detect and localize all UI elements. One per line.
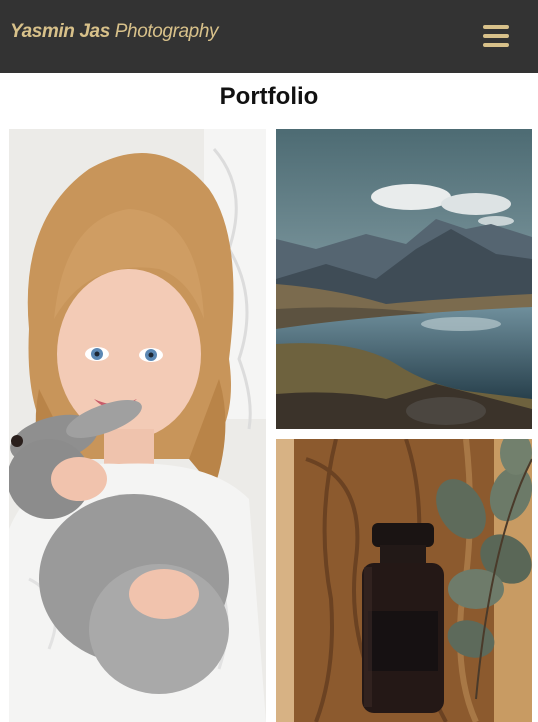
portfolio-photo-girl-with-rabbit[interactable] <box>9 129 266 722</box>
hamburger-menu-icon[interactable] <box>478 20 514 52</box>
portfolio-photo-bottle-on-wood[interactable] <box>276 439 532 722</box>
brand-name: Yasmin Jas <box>10 21 110 42</box>
brand-tagline: Photography <box>109 21 219 42</box>
brand-logo[interactable]: Yasmin Jas Photography <box>10 21 219 43</box>
page-title: Portfolio <box>219 83 319 110</box>
menu-bar <box>483 34 509 38</box>
navbar: Yasmin Jas Photography <box>0 0 538 73</box>
menu-bar <box>483 25 509 29</box>
menu-bar <box>483 43 509 47</box>
portfolio-photo-mountain-lake[interactable] <box>276 129 532 429</box>
